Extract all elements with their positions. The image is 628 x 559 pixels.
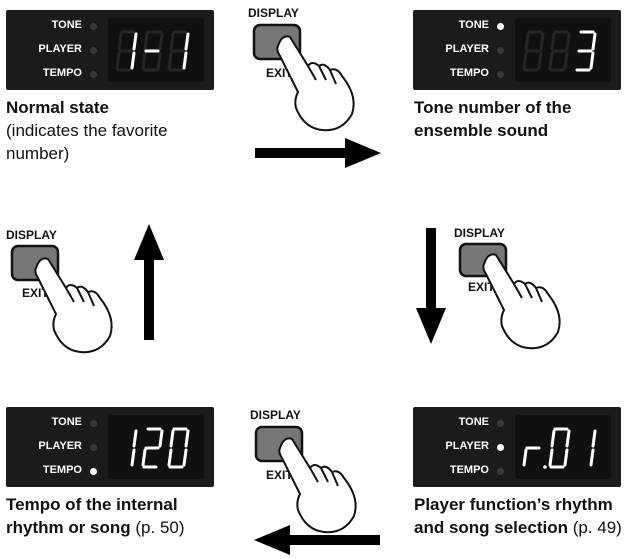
tempo-indicator-label: TEMPO [449,67,489,79]
player-led-lit [497,444,504,451]
hand-press-icon [458,242,561,350]
tone-indicator-label: TONE [458,19,489,31]
normal-state-caption: Normal state (indicates the favorite num… [6,96,206,165]
display-exit-button-right[interactable]: DISPLAY EXIT [454,224,594,354]
tone-led-lit [497,23,504,30]
player-indicator-label: PLAYER [445,43,489,55]
tone-indicator-label: TONE [51,19,82,31]
tempo-led [497,468,504,475]
seven-segment-screen [515,18,611,82]
display-panel-player: TONE PLAYER TEMPO [413,407,621,487]
player-indicator-label: PLAYER [445,440,489,452]
tempo-led [90,71,97,78]
tone-indicator-label: TONE [458,416,489,428]
tempo-indicator-label: TEMPO [42,464,82,476]
tone-caption-title: Tone number of the ensemble sound [414,98,572,140]
tempo-caption: Tempo of the internal rhythm or song (p.… [6,493,216,539]
player-page-ref: (p. 49) [567,518,622,537]
tone-caption: Tone number of the ensemble sound [414,96,624,142]
hand-press-icon [10,244,113,354]
tempo-led [497,71,504,78]
seven-segment-screen [108,415,204,479]
seven-segment-screen [108,18,204,82]
segment-display-tempo [130,427,190,469]
display-panel-normal: TONE PLAYER TEMPO [6,10,214,90]
display-exit-button-bottom[interactable]: DISPLAY EXIT [244,406,384,536]
segment-display-player [522,427,597,469]
tone-led [497,420,504,427]
player-led [90,47,97,54]
player-led [90,444,97,451]
tone-led [90,420,97,427]
segment-display-tone [522,30,597,72]
seven-segment-screen [515,415,611,479]
tempo-page-ref: (p. 50) [130,518,185,537]
tempo-led-lit [90,468,97,475]
player-indicator-label: PLAYER [38,440,82,452]
arrow-up-icon [134,224,164,340]
player-indicator-label: PLAYER [38,43,82,55]
display-panel-tone: TONE PLAYER TEMPO [413,10,621,90]
tempo-indicator-label: TEMPO [449,464,489,476]
hand-press-icon [252,23,355,132]
normal-state-title: Normal state [6,98,109,117]
tone-indicator-label: TONE [51,416,82,428]
hand-press-icon [254,425,357,534]
player-led [497,47,504,54]
arrow-down-icon [416,228,446,344]
player-caption: Player function’s rhythm and song select… [414,493,626,539]
segment-display-normal [115,30,190,72]
tempo-indicator-label: TEMPO [42,67,82,79]
display-exit-button-left[interactable]: DISPLAY EXIT [4,226,144,356]
display-exit-button-top[interactable]: DISPLAY EXIT [242,4,382,134]
arrow-left-icon [254,525,380,555]
normal-state-note: (indicates the favorite number) [6,121,168,163]
arrow-right-icon [255,138,381,168]
display-panel-tempo: TONE PLAYER TEMPO [6,407,214,487]
tone-led [90,23,97,30]
